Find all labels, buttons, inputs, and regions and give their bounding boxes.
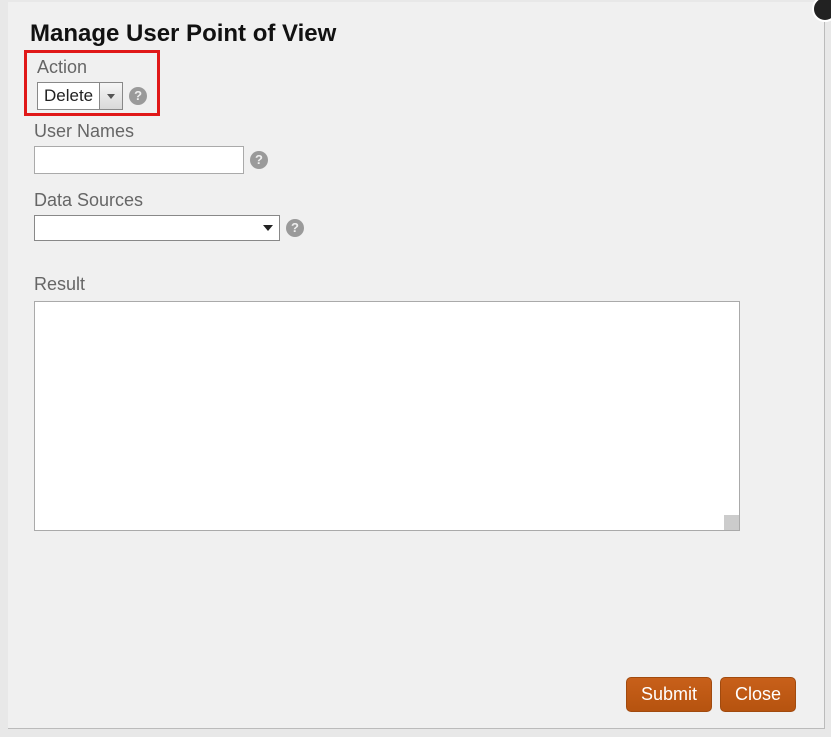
user-names-input[interactable] <box>34 146 244 174</box>
user-names-label: User Names <box>34 121 268 142</box>
help-icon[interactable]: ? <box>286 219 304 237</box>
close-button[interactable]: Close <box>720 677 796 712</box>
user-names-section: User Names ? <box>34 121 268 174</box>
dialog-footer: Submit Close <box>626 677 796 712</box>
manage-user-pov-dialog: Manage User Point of View Action Delete … <box>8 2 825 729</box>
action-highlight-box: Action Delete ? <box>24 50 160 116</box>
help-icon[interactable]: ? <box>250 151 268 169</box>
help-icon[interactable]: ? <box>129 87 147 105</box>
dialog-title: Manage User Point of View <box>30 20 336 48</box>
action-select-button[interactable] <box>99 83 122 109</box>
data-sources-section: Data Sources ? <box>34 190 304 241</box>
result-textarea[interactable] <box>34 301 740 531</box>
action-label: Action <box>37 57 157 78</box>
submit-button[interactable]: Submit <box>626 677 712 712</box>
result-label: Result <box>34 274 746 295</box>
action-select[interactable]: Delete <box>37 82 123 110</box>
action-select-value: Delete <box>38 83 99 109</box>
data-sources-select[interactable] <box>34 215 280 241</box>
caret-down-icon <box>263 225 273 231</box>
data-sources-label: Data Sources <box>34 190 304 211</box>
result-section: Result <box>34 274 746 536</box>
close-icon[interactable] <box>812 0 831 22</box>
chevron-down-icon <box>107 94 115 99</box>
